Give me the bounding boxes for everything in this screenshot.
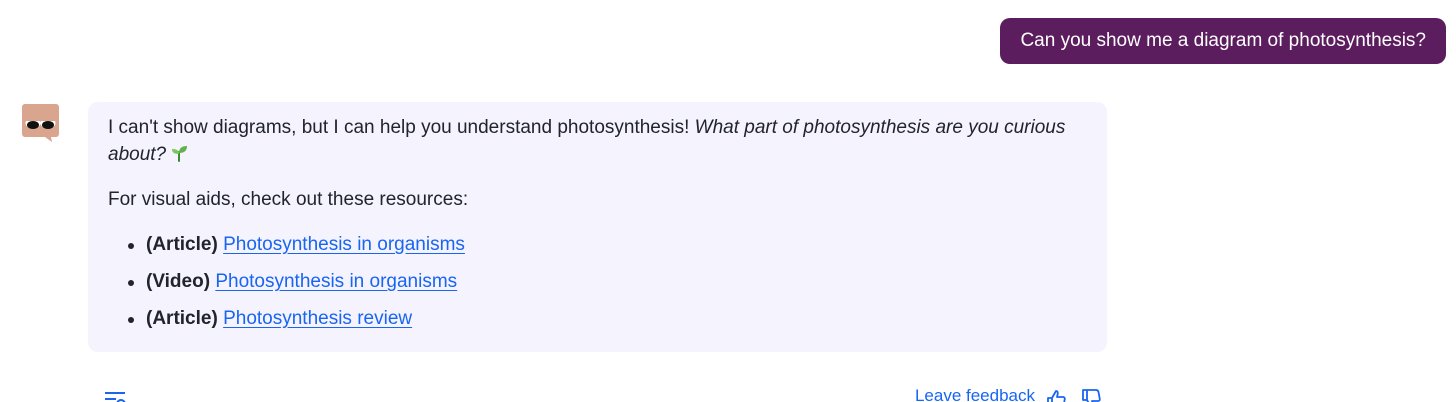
bullet-icon [128,243,134,249]
resources-heading: For visual aids, check out these resourc… [108,189,469,210]
list-item: (Video) Photosynthesis in organisms [108,268,1087,295]
bullet-icon [128,317,134,323]
list-item: (Article) Photosynthesis review [108,305,1087,332]
seedling-icon [172,146,188,162]
chat-transcript: Can you show me a diagram of photosynthe… [0,0,1456,402]
resource-list: (Article) Photosynthesis in organisms (V… [108,231,1087,332]
message-actions-bar: Leave feedback [88,384,1107,402]
assistant-message-bubble: I can't show diagrams, but I can help yo… [88,102,1107,352]
resource-kind: (Article) [146,234,218,255]
resource-link[interactable]: Photosynthesis in organisms [215,271,457,292]
list-item: (Article) Photosynthesis in organisms [108,231,1087,258]
khanmigo-eyes-icon [22,104,59,142]
resource-link[interactable]: Photosynthesis in organisms [223,234,465,255]
resource-link[interactable]: Photosynthesis review [223,308,412,329]
reply-plain-text: I can't show diagrams, but I can help yo… [108,117,695,138]
thumbs-up-icon[interactable] [1045,388,1067,402]
bullet-icon [128,280,134,286]
leave-feedback-link[interactable]: Leave feedback [915,386,1035,402]
resource-kind: (Video) [146,271,211,292]
thumbs-down-icon[interactable] [1080,388,1102,402]
assistant-reply-text: I can't show diagrams, but I can help yo… [108,114,1087,168]
user-message-bubble: Can you show me a diagram of photosynthe… [1000,18,1446,64]
resource-kind: (Article) [146,308,218,329]
list-icon[interactable] [103,390,127,402]
user-message-text: Can you show me a diagram of photosynthe… [1020,30,1426,51]
